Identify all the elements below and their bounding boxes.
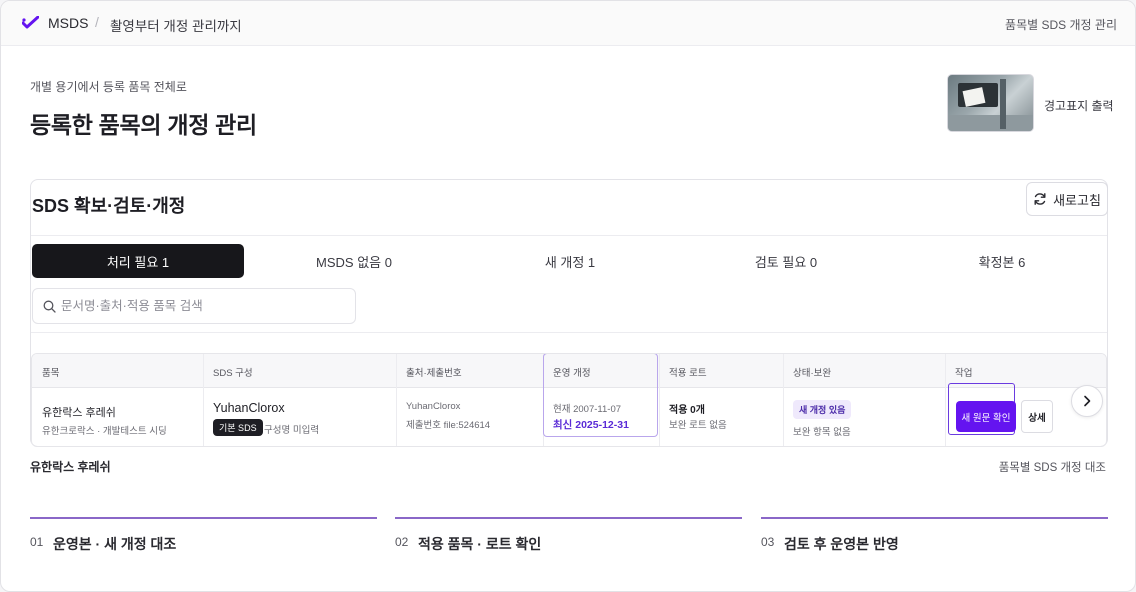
current-revision: 현재 2007-11-07	[553, 404, 622, 415]
breadcrumb-separator: /	[95, 14, 99, 30]
step-label: 운영본 · 새 개정 대조	[53, 536, 177, 552]
sds-note: 구성명 미입력	[264, 425, 320, 436]
step-number: 03	[761, 535, 775, 549]
card-title: SDS 확보·검토·개정	[32, 196, 186, 216]
top-right-link[interactable]: 품목별 SDS 개정 관리	[1005, 16, 1117, 33]
column-separator	[659, 354, 660, 446]
top-bar: MSDS / 촬영부터 개정 관리까지 품목별 SDS 개정 관리	[1, 1, 1135, 46]
column-separator	[203, 354, 204, 446]
step-number: 02	[395, 535, 409, 549]
breadcrumb-current: 촬영부터 개정 관리까지	[110, 19, 242, 34]
app-frame: MSDS / 촬영부터 개정 관리까지 품목별 SDS 개정 관리 개별 용기에…	[0, 0, 1136, 592]
step-2: 02 적용 품목 · 로트 확인	[395, 517, 742, 557]
header-applied-lot: 적용 로트	[669, 368, 707, 379]
tab-needs-action[interactable]: 처리 필요 1	[32, 244, 244, 278]
tab-confirmed[interactable]: 확정본 6	[896, 244, 1108, 278]
tab-no-msds[interactable]: MSDS 없음 0	[248, 244, 460, 278]
header-sds-composition: SDS 구성	[213, 368, 253, 379]
card-divider	[31, 332, 1107, 333]
step-label: 적용 품목 · 로트 확인	[418, 536, 542, 552]
status-subtitle: 보완 항목 없음	[793, 427, 851, 438]
label-print-thumbnail[interactable]	[947, 74, 1034, 132]
check-new-original-button[interactable]: 새 원문 확인	[956, 401, 1016, 432]
sds-name: YuhanClorox	[213, 401, 285, 415]
latest-revision: 최신 2025-12-31	[553, 419, 629, 431]
header-item: 품목	[42, 368, 60, 379]
search-icon	[43, 300, 56, 313]
refresh-icon	[1034, 193, 1046, 205]
column-separator	[783, 354, 784, 446]
header-action: 작업	[955, 368, 973, 379]
submission-number: 제출번호 file:524614	[406, 420, 491, 431]
step-label: 검토 후 운영본 반영	[784, 536, 899, 552]
step-number: 01	[30, 535, 44, 549]
item-subtitle: 유한크로락스 · 개발테스트 시딩	[42, 426, 167, 437]
sds-card: SDS 확보·검토·개정 새로고침 처리 필요 1 MSDS 없음 0 새 개정…	[30, 179, 1108, 447]
detail-button[interactable]: 상세	[1021, 400, 1053, 433]
brand-name[interactable]: MSDS	[48, 15, 88, 31]
step-3: 03 검토 후 운영본 반영	[761, 517, 1108, 557]
brand-logo-icon	[22, 16, 39, 29]
column-separator	[396, 354, 397, 446]
column-separator	[945, 354, 946, 446]
filter-tabs: 처리 필요 1 MSDS 없음 0 새 개정 1 검토 필요 0 확정본 6	[32, 244, 1108, 278]
card-divider	[31, 235, 1107, 236]
tab-needs-review[interactable]: 검토 필요 0	[680, 244, 892, 278]
page-eyebrow: 개별 용기에서 등록 품목 전체로	[30, 80, 187, 94]
applied-lot-count: 적용 0개	[669, 405, 705, 416]
item-name[interactable]: 유한락스 후레쉬	[42, 404, 116, 420]
header-status: 상태·보완	[793, 368, 832, 379]
refresh-label: 새로고침	[1053, 192, 1101, 208]
scroll-right-button[interactable]	[1071, 385, 1103, 417]
tab-new-revision[interactable]: 새 개정 1	[464, 244, 676, 278]
search-input[interactable]	[61, 296, 341, 316]
compare-revisions-link[interactable]: 품목별 SDS 개정 대조	[999, 459, 1106, 475]
page-title: 등록한 품목의 개정 관리	[30, 112, 257, 138]
sds-base-badge: 기본 SDS	[213, 419, 263, 436]
lot-subtitle: 보완 로트 없음	[669, 420, 727, 431]
print-warning-label-link[interactable]: 경고표지 출력	[1044, 97, 1114, 114]
status-badge: 새 개정 있음	[793, 400, 852, 419]
sds-table: 품목 SDS 구성 출처·제출번호 운영 개정 적용 로트 상태·보완 작업 유…	[31, 353, 1107, 447]
search-box	[32, 288, 356, 324]
refresh-button[interactable]: 새로고침	[1026, 182, 1108, 216]
chevron-right-icon	[1084, 395, 1091, 407]
selected-item-name: 유한락스 후레쉬	[30, 460, 111, 474]
header-source: 출처·제출번호	[406, 368, 462, 379]
step-1: 01 운영본 · 새 개정 대조	[30, 517, 377, 557]
source-name: YuhanClorox	[406, 401, 461, 412]
